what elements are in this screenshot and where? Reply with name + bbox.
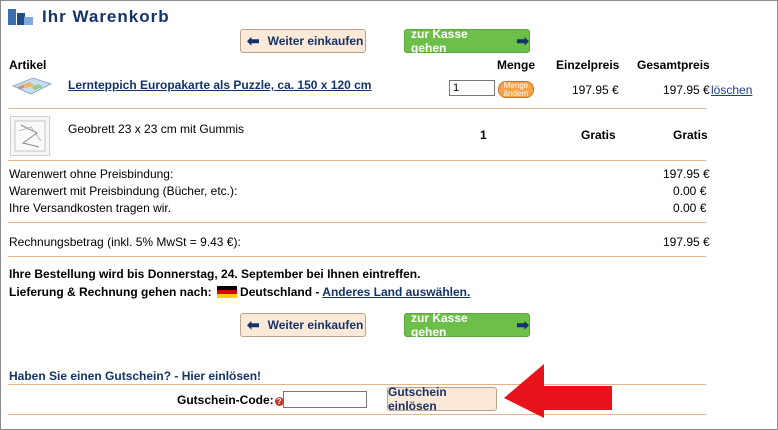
voucher-heading: Haben Sie einen Gutschein? - Hier einlös…	[9, 369, 262, 383]
summary-label: Warenwert ohne Preisbindung:	[9, 167, 174, 181]
cart-logo-icon	[8, 7, 34, 27]
continue-shopping-button-bottom[interactable]: ⬅ Weiter einkaufen	[240, 313, 366, 337]
change-country-link[interactable]: Anderes Land auswählen.	[322, 285, 470, 299]
product-thumbnail-europakarte[interactable]	[11, 76, 53, 96]
summary-value: 197.95 €	[663, 167, 710, 181]
delivery-country: Deutschland	[240, 285, 313, 299]
voucher-code-input[interactable]	[283, 391, 367, 408]
product-thumbnail-geobrett[interactable]	[10, 116, 50, 156]
total-price: 197.95 €	[663, 83, 710, 97]
divider	[8, 160, 706, 161]
cart-item-row: Lernteppich Europakarte als Puzzle, ca. …	[68, 78, 371, 92]
invoice-total-label: Rechnungsbetrag (inkl. 5% MwSt = 9.43 €)…	[9, 235, 241, 249]
voucher-code-label-wrap: Gutschein-Code:?	[177, 393, 284, 407]
delete-item-link[interactable]: löschen	[711, 83, 752, 97]
delivery-separator: -	[315, 285, 320, 299]
header: Ihr Warenkorb	[8, 5, 170, 29]
divider	[8, 222, 706, 223]
summary-value: 0.00 €	[673, 184, 707, 198]
update-quantity-button[interactable]: Menge ändern	[498, 81, 534, 98]
checkout-label: zur Kasse gehen	[411, 311, 468, 339]
redeem-voucher-button[interactable]: Gutschein einlösen	[387, 385, 497, 413]
quantity-input[interactable]	[449, 80, 495, 96]
checkout-button-top[interactable]: zur Kasse gehen ➡	[404, 27, 530, 55]
divider	[8, 256, 706, 257]
arrow-right-icon: ➡	[516, 317, 529, 334]
delivery-date-text: Ihre Bestellung wird bis Donnerstag, 24.…	[9, 267, 421, 281]
column-header-einzelpreis: Einzelpreis	[556, 58, 620, 72]
divider	[8, 108, 706, 109]
delivery-address-prefix: Lieferung & Rechnung gehen nach:	[9, 285, 212, 299]
column-header-menge: Menge	[497, 58, 536, 72]
continue-shopping-label: Weiter einkaufen	[267, 34, 364, 48]
unit-price: 197.95 €	[572, 83, 619, 97]
red-arrow-annotation-icon	[504, 364, 612, 418]
column-header-artikel: Artikel	[9, 58, 47, 72]
unit-price: Gratis	[581, 128, 616, 142]
product-link-europakarte[interactable]: Lernteppich Europakarte als Puzzle, ca. …	[68, 78, 371, 92]
summary-value: 0.00 €	[673, 201, 707, 215]
update-quantity-label-2: ändern	[503, 89, 529, 98]
column-header-gesamtpreis: Gesamtpreis	[637, 58, 710, 72]
delivery-address-line: Lieferung & Rechnung gehen nach: Deutsch…	[9, 285, 470, 299]
checkout-label: zur Kasse gehen	[411, 27, 468, 55]
product-name-geobrett: Geobrett 23 x 23 cm mit Gummis	[68, 122, 245, 136]
voucher-code-label: Gutschein-Code:	[177, 393, 274, 407]
summary-label: Warenwert mit Preisbindung (Bücher, etc.…	[9, 184, 238, 198]
arrow-left-icon: ⬅	[247, 317, 260, 334]
total-price: Gratis	[673, 128, 708, 142]
germany-flag-icon	[217, 286, 238, 298]
invoice-total-value: 197.95 €	[663, 235, 710, 249]
continue-shopping-label: Weiter einkaufen	[267, 318, 364, 332]
continue-shopping-button-top[interactable]: ⬅ Weiter einkaufen	[240, 29, 366, 53]
arrow-right-icon: ➡	[516, 33, 529, 50]
arrow-left-icon: ⬅	[247, 33, 260, 50]
checkout-button-bottom[interactable]: zur Kasse gehen ➡	[404, 311, 530, 339]
quantity-value: 1	[480, 128, 487, 142]
summary-label: Ihre Versandkosten tragen wir.	[9, 201, 172, 215]
page-title: Ihr Warenkorb	[42, 7, 170, 26]
